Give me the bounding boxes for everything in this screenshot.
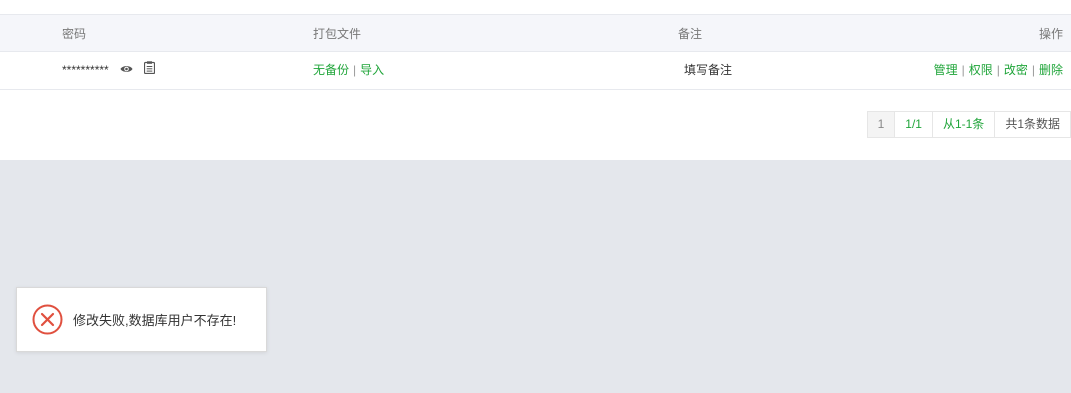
pagination-total: 共1条数据 xyxy=(994,112,1070,137)
toast-message: 修改失败,数据库用户不存在! xyxy=(73,313,237,328)
pagination-range: 从1-1条 xyxy=(931,112,994,137)
separator: | xyxy=(996,63,1000,77)
clipboard-icon[interactable] xyxy=(144,52,156,89)
password-mask: ********** xyxy=(62,63,109,77)
database-list-panel: 密码 打包文件 备注 操作 ********** 无备份 | 导入 填写备注 管… xyxy=(0,0,1071,160)
pagination-page-of: 1/1 xyxy=(894,112,932,137)
table-row: ********** 无备份 | 导入 填写备注 管理 | 权限 | 改密 | … xyxy=(0,52,1071,90)
change-password-link[interactable]: 改密 xyxy=(1004,63,1028,77)
remark-input[interactable]: 填写备注 xyxy=(684,52,732,89)
separator: | xyxy=(1031,63,1035,77)
manage-link[interactable]: 管理 xyxy=(934,63,958,77)
separator: | xyxy=(353,63,357,77)
actions-cell: 管理 | 权限 | 改密 | 删除 xyxy=(934,52,1063,89)
error-toast: 修改失败,数据库用户不存在! xyxy=(16,287,267,352)
table-header: 密码 打包文件 备注 操作 xyxy=(0,14,1071,52)
separator: | xyxy=(961,63,965,77)
backup-status-link[interactable]: 无备份 xyxy=(313,63,349,77)
delete-link[interactable]: 删除 xyxy=(1039,63,1063,77)
permission-link[interactable]: 权限 xyxy=(969,63,993,77)
header-actions: 操作 xyxy=(1038,27,1063,41)
header-package-file: 打包文件 xyxy=(313,27,362,41)
eye-icon[interactable] xyxy=(120,52,133,89)
pagination: 1 1/1 从1-1条 共1条数据 xyxy=(866,111,1071,138)
header-password: 密码 xyxy=(62,27,87,41)
pagination-current-page[interactable]: 1 xyxy=(867,112,895,137)
import-link[interactable]: 导入 xyxy=(360,63,384,77)
package-file-cell: 无备份 | 导入 xyxy=(313,52,384,89)
header-remark: 备注 xyxy=(678,27,703,41)
error-circle-icon xyxy=(32,304,63,335)
password-cell: ********** xyxy=(62,52,156,89)
